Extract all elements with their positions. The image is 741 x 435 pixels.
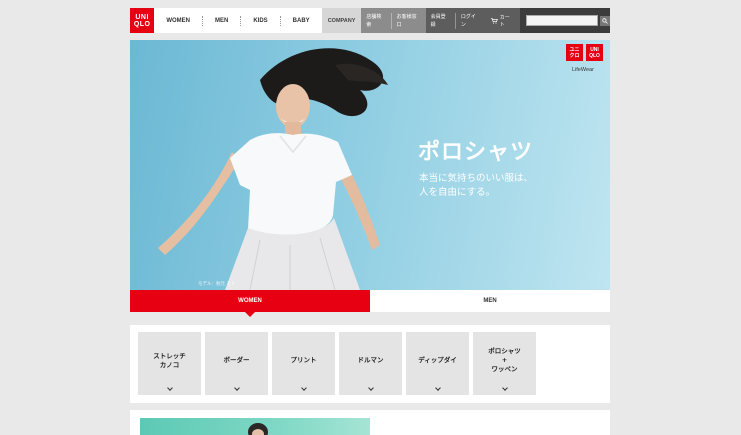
search-button[interactable] bbox=[600, 15, 610, 26]
uniqlo-logo[interactable]: UNI QLO bbox=[130, 8, 155, 33]
account-links: 会員登録 ログイン カート bbox=[425, 8, 520, 33]
hero-model-photo bbox=[158, 48, 388, 290]
chevron-down-icon bbox=[166, 385, 173, 391]
nav-company[interactable]: COMPANY bbox=[321, 8, 362, 33]
chevron-down-icon bbox=[233, 385, 240, 391]
model-caption: モデル：秋元 モト bbox=[198, 282, 236, 287]
lifewear-text: LifeWear bbox=[572, 67, 594, 73]
chevron-down-icon bbox=[300, 385, 307, 391]
search-area bbox=[520, 8, 610, 33]
chevron-down-icon bbox=[367, 385, 374, 391]
category-border[interactable]: ボーダー bbox=[205, 332, 268, 395]
register-link[interactable]: 会員登録 bbox=[426, 12, 456, 29]
product-section bbox=[130, 410, 610, 435]
category-label: プリント bbox=[290, 356, 317, 364]
main-nav: WOMEN MEN KIDS BABY bbox=[154, 8, 321, 33]
hero-subtitle: 本当に気持ちのいい服は、 人を自由にする。 bbox=[419, 172, 589, 200]
product-image[interactable] bbox=[140, 418, 370, 435]
cart-label: カート bbox=[499, 14, 510, 28]
category-dip-dye[interactable]: ディップダイ bbox=[406, 332, 469, 395]
search-input[interactable] bbox=[526, 15, 598, 26]
hero-subtitle-line1: 本当に気持ちのいい服は、 bbox=[419, 173, 534, 184]
nav-kids[interactable]: KIDS bbox=[241, 15, 281, 26]
tab-women[interactable]: WOMEN bbox=[130, 290, 370, 317]
page: UNI QLO WOMEN MEN KIDS BABY COMPANY 店舗検索… bbox=[0, 0, 741, 435]
gender-tabs: WOMEN MEN bbox=[130, 290, 610, 317]
lifewear-logo: ユニ クロ UNI QLO bbox=[566, 44, 603, 61]
category-panel: ストレッチ カノコ ボーダー プリント ドルマン ディップダイ ポロシャツ + … bbox=[130, 325, 610, 403]
cart-link[interactable]: カート bbox=[485, 14, 520, 28]
logo-jp: ユニ クロ bbox=[566, 44, 583, 61]
category-label: ストレッチ カノコ bbox=[153, 351, 186, 369]
content-wrapper: UNI QLO WOMEN MEN KIDS BABY COMPANY 店舗検索… bbox=[130, 0, 610, 435]
hero-subtitle-line2: 人を自由にする。 bbox=[419, 187, 496, 198]
login-link[interactable]: ログイン bbox=[456, 13, 485, 29]
nav-women[interactable]: WOMEN bbox=[154, 15, 203, 26]
logo-en: UNI QLO bbox=[586, 44, 603, 61]
category-stretch-kanoko[interactable]: ストレッチ カノコ bbox=[138, 332, 201, 395]
util-links: 店舗検索 お客様窓口 bbox=[361, 8, 426, 33]
category-print[interactable]: プリント bbox=[272, 332, 335, 395]
category-list: ストレッチ カノコ ボーダー プリント ドルマン ディップダイ ポロシャツ + … bbox=[138, 332, 536, 395]
chevron-down-icon bbox=[501, 385, 508, 391]
category-label: ドルマン bbox=[357, 356, 384, 364]
cart-icon bbox=[491, 17, 498, 24]
logo-jp-line2: クロ bbox=[569, 52, 580, 59]
category-polo-wappen[interactable]: ポロシャツ + ワッペン bbox=[473, 332, 536, 395]
top-navigation: UNI QLO WOMEN MEN KIDS BABY COMPANY 店舗検索… bbox=[130, 8, 610, 33]
customer-service-link[interactable]: お客様窓口 bbox=[392, 13, 426, 29]
nav-men[interactable]: MEN bbox=[203, 15, 242, 26]
logo-line2: QLO bbox=[133, 20, 151, 28]
category-label: ボーダー bbox=[223, 356, 250, 364]
category-label: ディップダイ bbox=[418, 356, 457, 364]
logo-en-line2: QLO bbox=[589, 52, 600, 59]
category-dolman[interactable]: ドルマン bbox=[339, 332, 402, 395]
category-label: ポロシャツ + ワッペン bbox=[488, 347, 521, 373]
model-photo-thumbnail bbox=[248, 423, 268, 435]
chevron-down-icon bbox=[434, 385, 441, 391]
nav-baby[interactable]: BABY bbox=[281, 16, 322, 26]
logo-line1: UNI bbox=[135, 13, 149, 21]
store-search-link[interactable]: 店舗検索 bbox=[361, 12, 392, 29]
tab-men[interactable]: MEN bbox=[370, 290, 610, 312]
hero-title: ポロシャツ bbox=[418, 140, 534, 165]
hero-banner[interactable]: ユニ クロ UNI QLO LifeWear ポロシャツ 本当に気持ちのいい服は… bbox=[130, 40, 610, 290]
magnifier-icon bbox=[602, 17, 608, 24]
